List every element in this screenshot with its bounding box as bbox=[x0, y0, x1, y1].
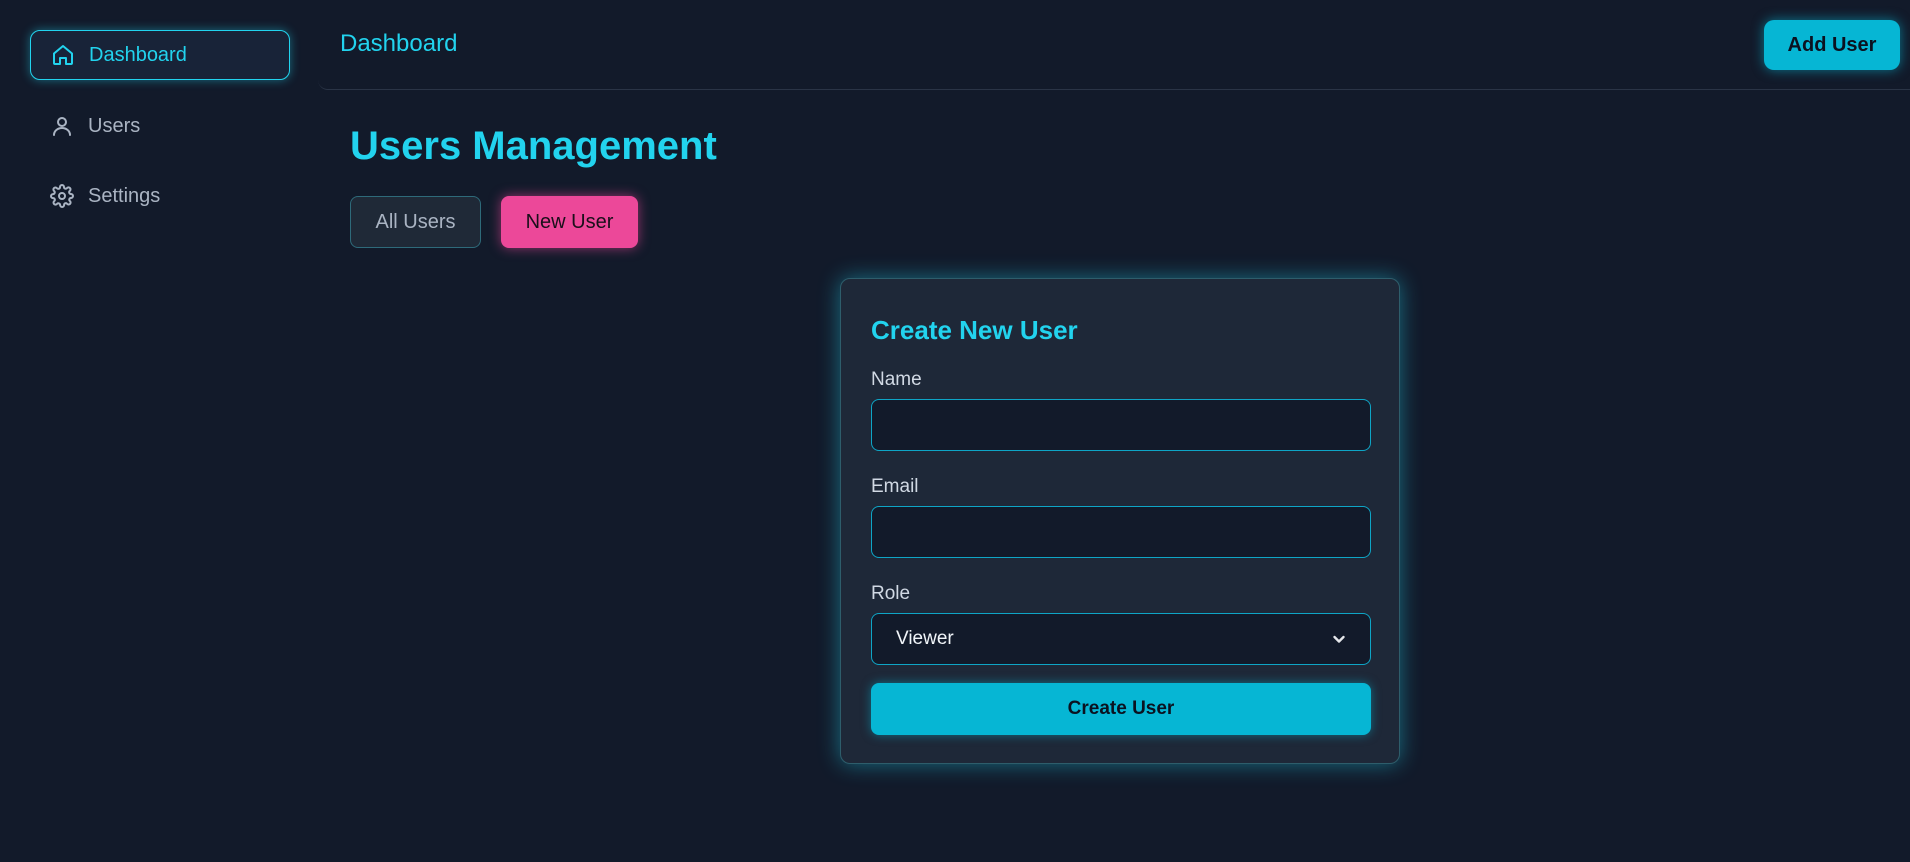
sidebar: Dashboard Users Settings bbox=[0, 0, 318, 862]
sidebar-item-label: Dashboard bbox=[89, 43, 187, 66]
role-select[interactable]: Viewer bbox=[871, 613, 1371, 665]
user-icon bbox=[50, 114, 74, 138]
name-input[interactable] bbox=[871, 399, 1371, 451]
sidebar-item-dashboard[interactable]: Dashboard bbox=[30, 30, 290, 80]
sidebar-item-label: Users bbox=[88, 114, 141, 137]
email-label: Email bbox=[871, 476, 919, 497]
topbar-title: Dashboard bbox=[340, 30, 458, 57]
create-user-button[interactable]: Create User bbox=[871, 683, 1371, 735]
role-label: Role bbox=[871, 583, 911, 604]
sidebar-item-settings[interactable]: Settings bbox=[30, 171, 290, 221]
add-user-button[interactable]: Add User bbox=[1764, 20, 1900, 70]
email-input[interactable] bbox=[871, 506, 1371, 558]
tab-all-users[interactable]: All Users bbox=[350, 196, 481, 248]
gear-icon bbox=[50, 184, 74, 208]
home-icon bbox=[51, 43, 75, 67]
card-title: Create New User bbox=[871, 315, 1078, 345]
page-title: Users Management bbox=[350, 124, 717, 168]
tab-new-user[interactable]: New User bbox=[501, 196, 638, 248]
sidebar-item-users[interactable]: Users bbox=[30, 101, 290, 151]
chevron-down-icon bbox=[1332, 632, 1346, 646]
sidebar-item-label: Settings bbox=[88, 184, 161, 207]
name-label: Name bbox=[871, 369, 922, 390]
role-select-value: Viewer bbox=[896, 628, 954, 649]
topbar: Dashboard bbox=[318, 0, 1910, 90]
create-user-card: Create New User Name Email Role Viewer C… bbox=[840, 278, 1400, 764]
